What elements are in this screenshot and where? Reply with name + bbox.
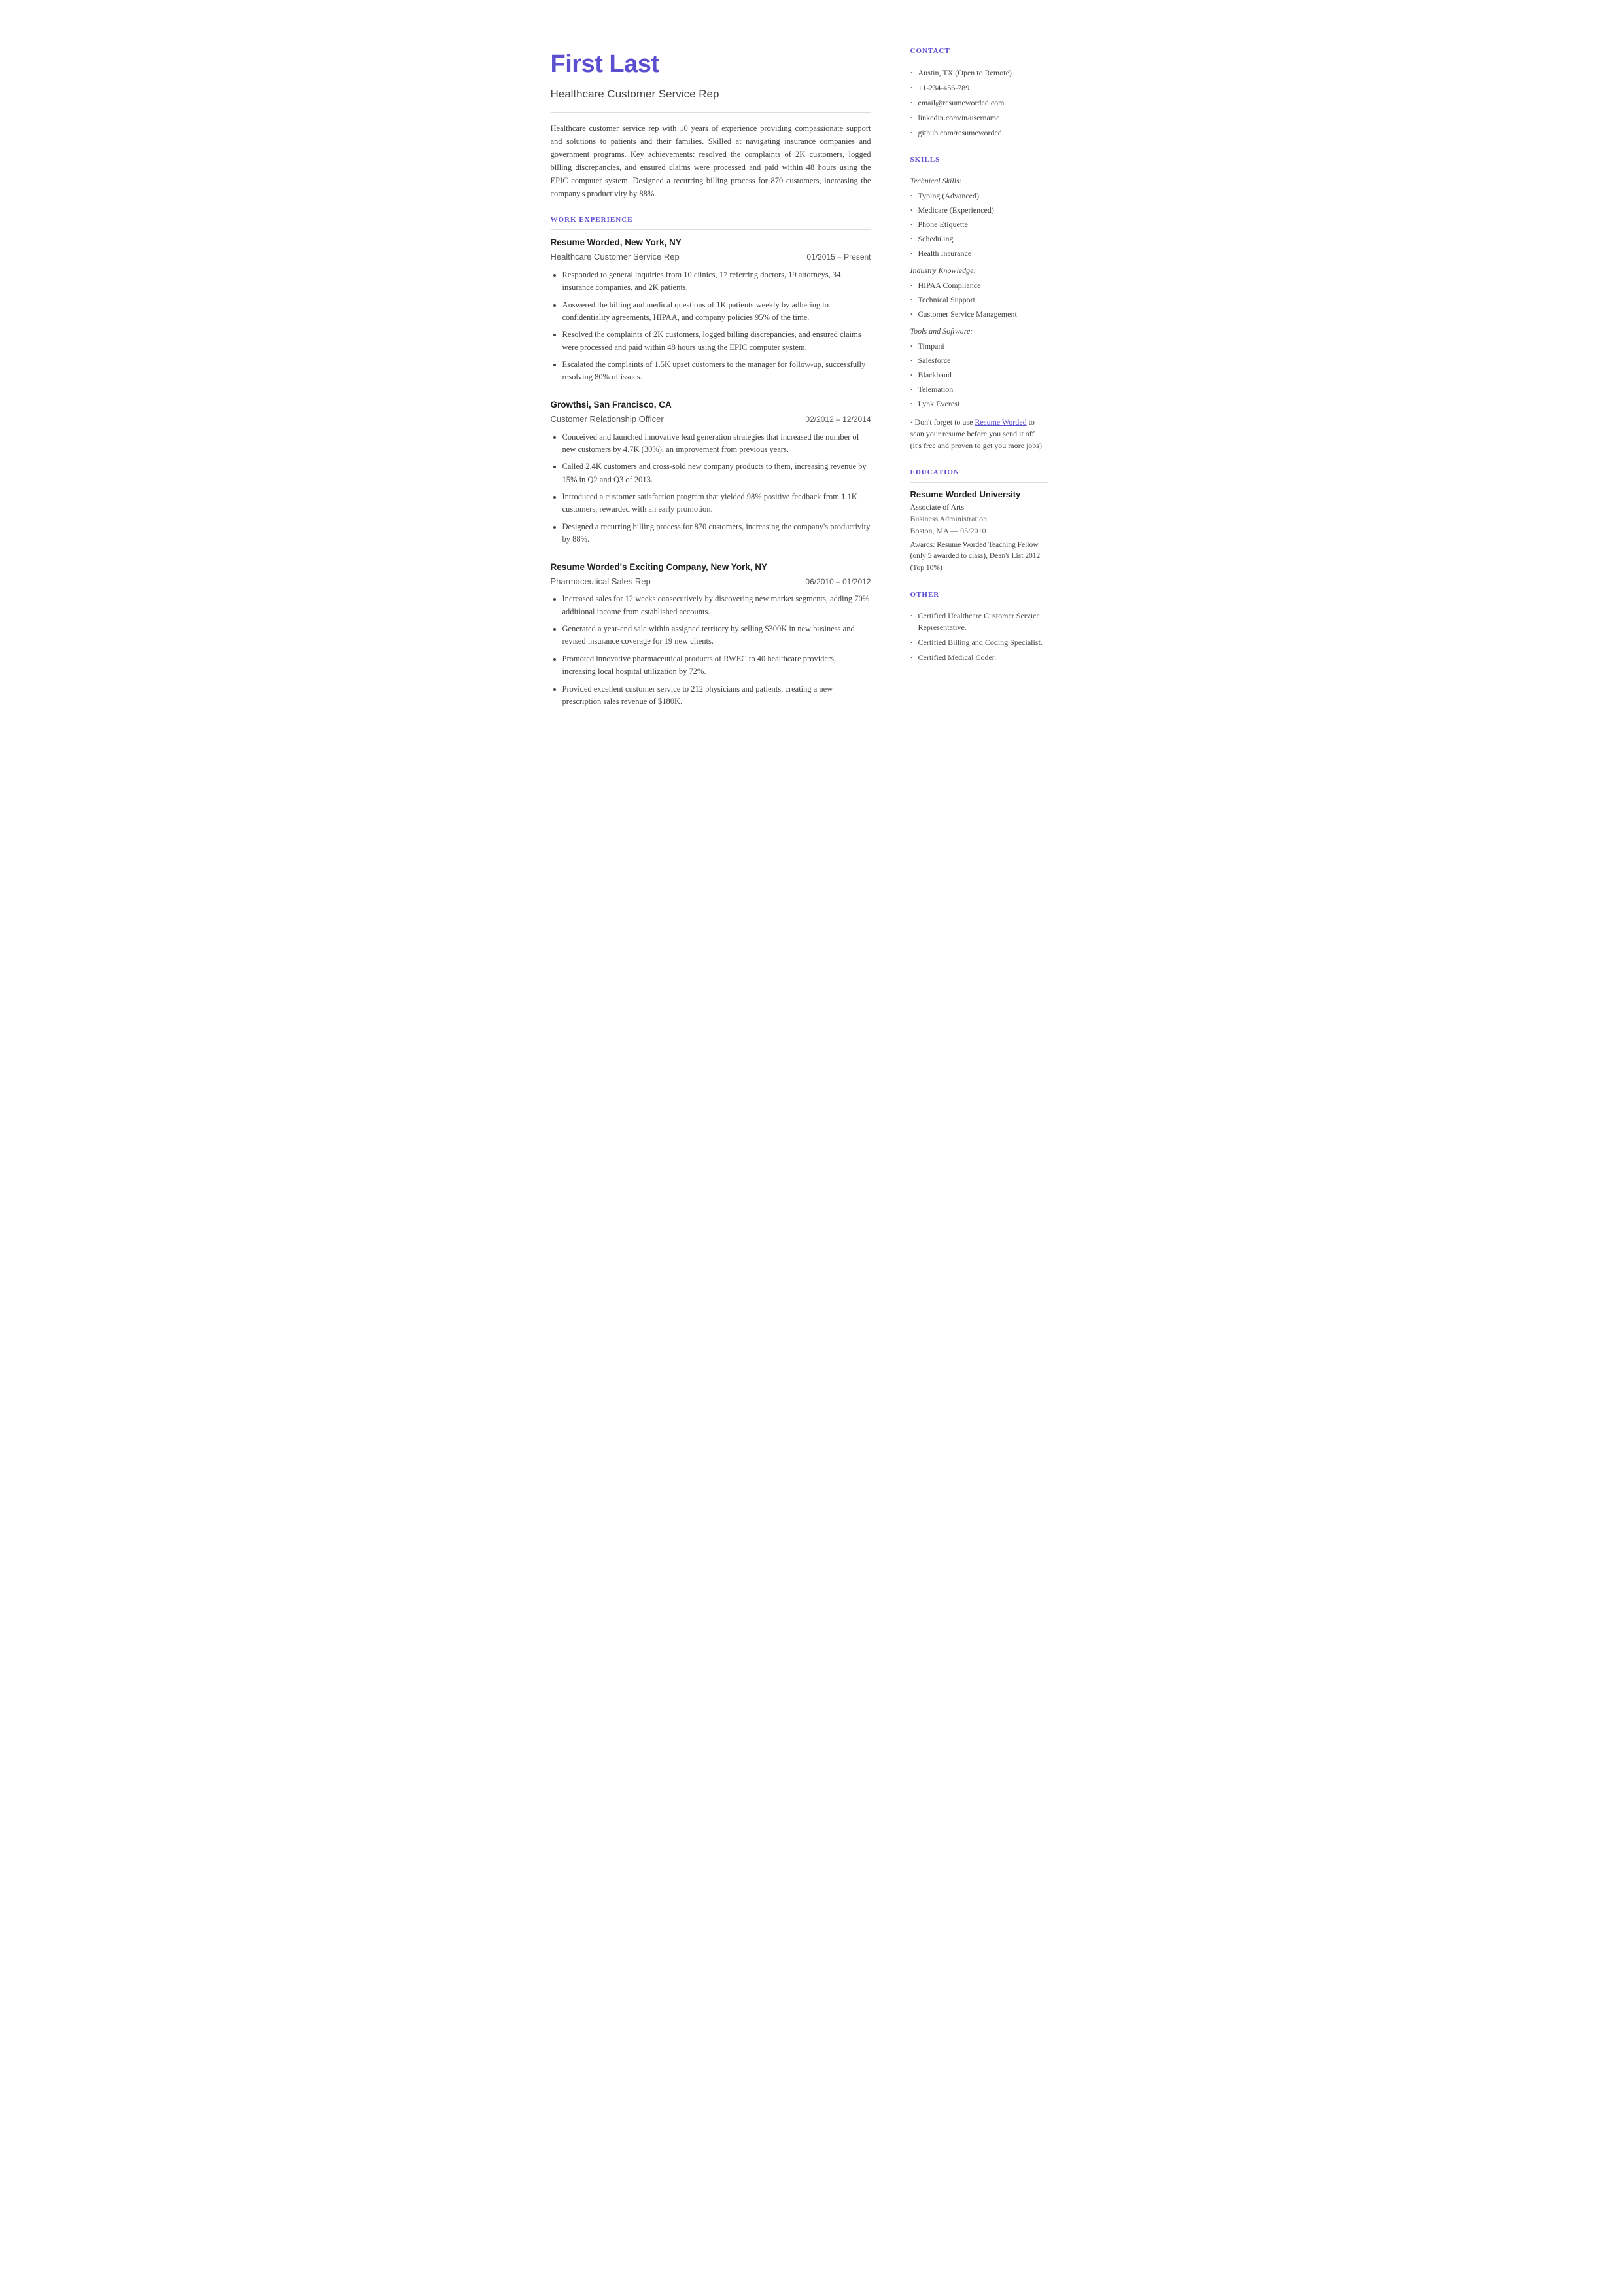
other-list: Certified Healthcare Customer Service Re… [910, 610, 1048, 663]
skills-note-prefix: · Don't forget to use [910, 417, 975, 427]
job-header-2: Growthsi, San Francisco, CA [551, 398, 871, 412]
company-name-3: Resume Worded's Exciting Company, New Yo… [551, 561, 871, 574]
contact-item: linkedin.com/in/username [910, 112, 1048, 124]
job-block-1: Resume Worded, New York, NY Healthcare C… [551, 236, 871, 384]
job-title: Healthcare Customer Service Rep [551, 86, 871, 113]
education-awards: Awards: Resume Worded Teaching Fellow (o… [910, 540, 1048, 574]
candidate-name: First Last [551, 46, 871, 83]
job-dates-2: 02/2012 – 12/2014 [805, 413, 871, 425]
bullet: Called 2.4K customers and cross-sold new… [562, 461, 871, 486]
education-label: EDUCATION [910, 467, 1048, 483]
job-block-2: Growthsi, San Francisco, CA Customer Rel… [551, 398, 871, 546]
education-location: Boston, MA — 05/2010 [910, 525, 1048, 536]
bullet: Provided excellent customer service to 2… [562, 683, 871, 709]
skill-item: Blackbaud [910, 369, 1048, 381]
technical-skills-label: Technical Skills: [910, 175, 1048, 186]
education-school: Resume Worded University [910, 488, 1048, 501]
contact-label: CONTACT [910, 46, 1048, 61]
skill-item: Typing (Advanced) [910, 190, 1048, 201]
contact-section: CONTACT Austin, TX (Open to Remote) +1-2… [910, 46, 1048, 139]
contact-item: github.com/resumeworded [910, 127, 1048, 139]
other-item: Certified Healthcare Customer Service Re… [910, 610, 1048, 633]
work-experience-section: WORK EXPERIENCE Resume Worded, New York,… [551, 215, 871, 709]
skills-label: SKILLS [910, 154, 1048, 170]
company-name-2: Growthsi, San Francisco, CA [551, 398, 871, 412]
skill-item: Customer Service Management [910, 308, 1048, 320]
company-name-1: Resume Worded, New York, NY [551, 236, 871, 249]
education-section: EDUCATION Resume Worded University Assoc… [910, 467, 1048, 574]
skill-item: Lynk Everest [910, 398, 1048, 410]
bullet: Designed a recurring billing process for… [562, 521, 871, 546]
job-role-3: Pharmaceutical Sales Rep [551, 575, 651, 588]
skills-section: SKILLS Technical Skills: Typing (Advance… [910, 154, 1048, 452]
other-section: OTHER Certified Healthcare Customer Serv… [910, 589, 1048, 664]
job-dates-3: 06/2010 – 01/2012 [805, 576, 871, 587]
skill-item: Scheduling [910, 233, 1048, 245]
skill-item: Salesforce [910, 355, 1048, 366]
tools-skills-label: Tools and Software: [910, 325, 1048, 337]
skill-item: Timpani [910, 340, 1048, 352]
summary: Healthcare customer service rep with 10 … [551, 122, 871, 200]
bullet: Conceived and launched innovative lead g… [562, 431, 871, 457]
right-column: CONTACT Austin, TX (Open to Remote) +1-2… [897, 26, 1067, 742]
job-header-1: Resume Worded, New York, NY [551, 236, 871, 249]
job-block-3: Resume Worded's Exciting Company, New Yo… [551, 561, 871, 709]
skill-item: Medicare (Experienced) [910, 204, 1048, 216]
job-role-2: Customer Relationship Officer [551, 413, 664, 426]
job-bullets-2: Conceived and launched innovative lead g… [551, 431, 871, 546]
job-role-line-3: Pharmaceutical Sales Rep 06/2010 – 01/20… [551, 575, 871, 588]
other-item: Certified Billing and Coding Specialist. [910, 637, 1048, 648]
industry-skills-list: HIPAA Compliance Technical Support Custo… [910, 279, 1048, 320]
job-dates-1: 01/2015 – Present [806, 251, 871, 263]
skill-item: Technical Support [910, 294, 1048, 306]
other-item: Certified Medical Coder. [910, 652, 1048, 663]
left-column: First Last Healthcare Customer Service R… [518, 26, 897, 742]
job-bullets-3: Increased sales for 12 weeks consecutive… [551, 593, 871, 708]
skill-item: Phone Etiquette [910, 219, 1048, 230]
page: First Last Healthcare Customer Service R… [518, 0, 1107, 768]
skill-item: Telemation [910, 383, 1048, 395]
job-role-line-2: Customer Relationship Officer 02/2012 – … [551, 413, 871, 426]
job-role-1: Healthcare Customer Service Rep [551, 251, 680, 264]
bullet: Resolved the complaints of 2K customers,… [562, 328, 871, 354]
education-field: Business Administration [910, 513, 1048, 525]
contact-list: Austin, TX (Open to Remote) +1-234-456-7… [910, 67, 1048, 139]
bullet: Escalated the complaints of 1.5K upset c… [562, 359, 871, 384]
skill-item: Health Insurance [910, 247, 1048, 259]
resume-worded-link[interactable]: Resume Worded [975, 417, 1026, 427]
job-role-line-1: Healthcare Customer Service Rep 01/2015 … [551, 251, 871, 264]
work-experience-label: WORK EXPERIENCE [551, 215, 871, 230]
contact-item: +1-234-456-789 [910, 82, 1048, 94]
bullet: Introduced a customer satisfaction progr… [562, 491, 871, 516]
tools-skills-list: Timpani Salesforce Blackbaud Telemation … [910, 340, 1048, 410]
other-label: OTHER [910, 589, 1048, 605]
contact-item: Austin, TX (Open to Remote) [910, 67, 1048, 79]
bullet: Increased sales for 12 weeks consecutive… [562, 593, 871, 618]
contact-item: email@resumeworded.com [910, 97, 1048, 109]
job-bullets-1: Responded to general inquiries from 10 c… [551, 269, 871, 384]
bullet: Promoted innovative pharmaceutical produ… [562, 653, 871, 678]
bullet: Generated a year-end sale within assigne… [562, 623, 871, 648]
bullet: Answered the billing and medical questio… [562, 299, 871, 324]
industry-skills-label: Industry Knowledge: [910, 264, 1048, 276]
technical-skills-list: Typing (Advanced) Medicare (Experienced)… [910, 190, 1048, 259]
skill-item: HIPAA Compliance [910, 279, 1048, 291]
bullet: Responded to general inquiries from 10 c… [562, 269, 871, 294]
job-header-3: Resume Worded's Exciting Company, New Yo… [551, 561, 871, 574]
skills-note: · Don't forget to use Resume Worded to s… [910, 416, 1048, 451]
education-degree: Associate of Arts [910, 501, 1048, 513]
